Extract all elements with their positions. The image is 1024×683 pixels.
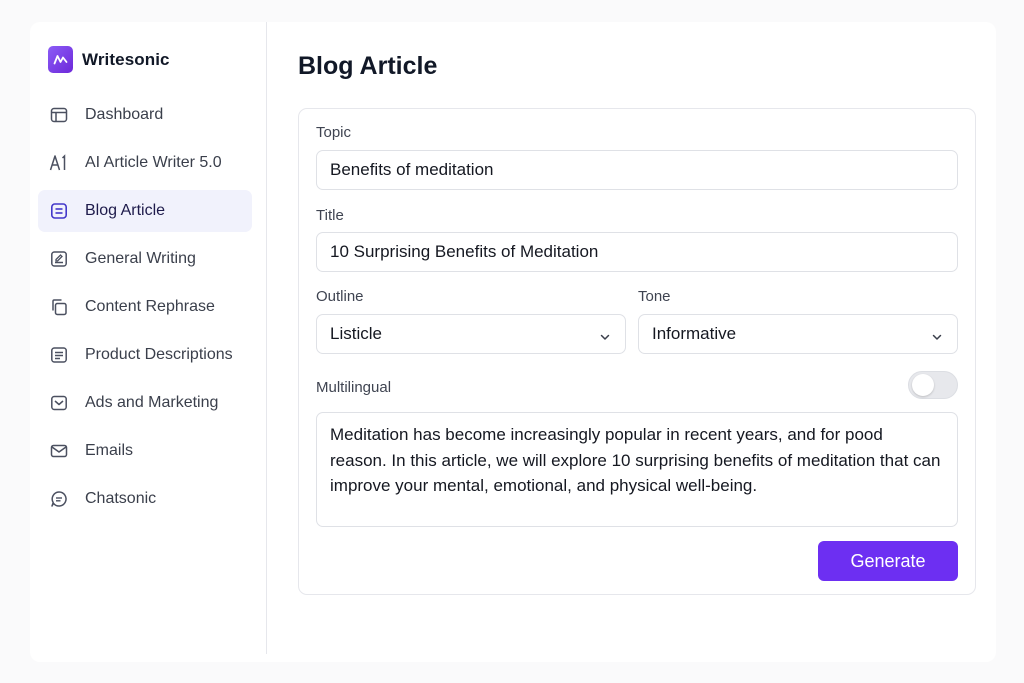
sidebar-item-emails[interactable]: Emails [38, 430, 252, 472]
sidebar-item-general-writing[interactable]: General Writing [38, 238, 252, 280]
brand-name: Writesonic [82, 49, 170, 69]
tone-value: Informative [652, 324, 737, 343]
multilingual-toggle[interactable] [908, 371, 958, 399]
multilingual-label: Multilingual [316, 379, 392, 396]
page-title: Blog Article [298, 52, 438, 80]
sidebar-item-ads-and-marketing[interactable]: Ads and Marketing [38, 382, 252, 424]
calendar-icon [49, 105, 69, 125]
sidebar-item-label: Content Rephrase [85, 298, 215, 315]
outline-select[interactable]: Listicle [316, 314, 626, 354]
toggle-knob [912, 374, 934, 396]
chevron-down-icon [931, 328, 943, 348]
sidebar-item-label: Blog Article [85, 202, 166, 219]
brand[interactable]: Writesonic [48, 46, 170, 73]
chat-icon [49, 489, 69, 509]
topic-input[interactable]: Benefits of meditation [316, 150, 958, 190]
sidebar-item-label: Product Descriptions [85, 346, 233, 363]
sidebar-item-label: Dashboard [85, 106, 164, 123]
sidebar-item-label: AI Article Writer 5.0 [85, 154, 222, 171]
sidebar: Writesonic Dashboard AI Article Writer 5… [30, 22, 267, 654]
sidebar-nav: Dashboard AI Article Writer 5.0 Blog Art… [38, 94, 252, 526]
content-textarea[interactable]: Meditation has become increasingly popul… [316, 412, 958, 527]
tone-select[interactable]: Informative [638, 314, 958, 354]
app-window: Writesonic Dashboard AI Article Writer 5… [30, 22, 996, 662]
tone-label: Tone [638, 288, 671, 305]
sidebar-item-label: General Writing [85, 250, 196, 267]
title-label: Title [316, 207, 344, 224]
sidebar-item-content-rephrase[interactable]: Content Rephrase [38, 286, 252, 328]
sidebar-item-label: Chatsonic [85, 490, 157, 507]
blog-article-form: Topic Benefits of meditation Title 10 Su… [298, 108, 976, 595]
description-icon [49, 345, 69, 365]
blog-doc-icon [49, 201, 69, 221]
chevron-down-icon [599, 328, 611, 348]
sidebar-item-ai-article-writer[interactable]: AI Article Writer 5.0 [38, 142, 252, 184]
mail-icon [49, 441, 69, 461]
outline-label: Outline [316, 288, 364, 305]
sidebar-item-label: Ads and Marketing [85, 394, 219, 411]
sidebar-item-label: Emails [85, 442, 134, 459]
topic-label: Topic [316, 124, 352, 141]
sidebar-item-product-descriptions[interactable]: Product Descriptions [38, 334, 252, 376]
sidebar-item-dashboard[interactable]: Dashboard [38, 94, 252, 136]
topic-value: Benefits of meditation [330, 160, 494, 179]
outline-value: Listicle [330, 324, 382, 343]
ads-icon [49, 393, 69, 413]
title-value: 10 Surprising Benefits of Meditation [330, 242, 599, 261]
copy-icon [49, 297, 69, 317]
title-input[interactable]: 10 Surprising Benefits of Meditation [316, 232, 958, 272]
sidebar-item-chatsonic[interactable]: Chatsonic [38, 478, 252, 520]
writesonic-logo-icon [48, 46, 73, 73]
writing-icon [49, 249, 69, 269]
generate-button[interactable]: Generate [818, 541, 958, 581]
sidebar-item-blog-article[interactable]: Blog Article [38, 190, 252, 232]
ai-text-icon [49, 153, 69, 173]
